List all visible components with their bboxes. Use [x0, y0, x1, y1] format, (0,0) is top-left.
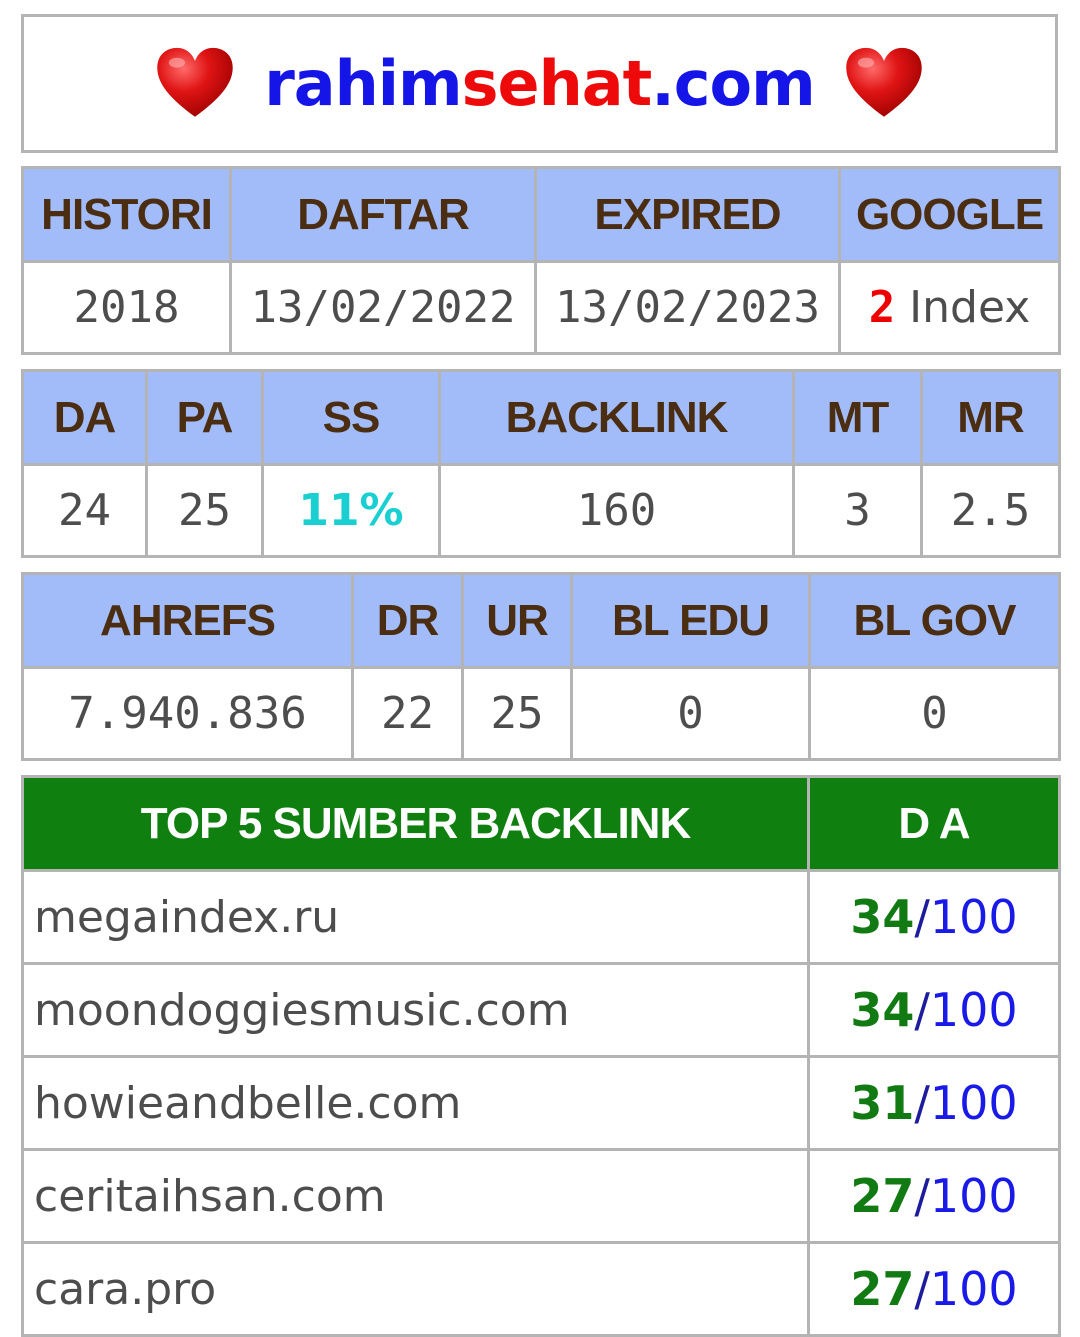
table-header-row: HISTORI DAFTAR EXPIRED GOOGLE [21, 166, 1061, 263]
table-row: megaindex.ru 34/100 [21, 869, 1061, 965]
da-slash: / [914, 890, 930, 944]
backlink-source: ceritaihsan.com [21, 1148, 810, 1244]
value-backlink: 160 [438, 463, 795, 558]
table-row: howieandbelle.com 31/100 [21, 1055, 1061, 1151]
header-pa: PA [145, 369, 264, 466]
da-slash: / [914, 1076, 930, 1130]
table-row: 24 25 11% 160 3 2.5 [21, 463, 1061, 558]
backlink-da: 34/100 [807, 962, 1061, 1058]
header-bl-gov: BL GOV [808, 572, 1061, 669]
backlink-source: megaindex.ru [21, 869, 810, 965]
da-max: 100 [929, 1169, 1018, 1223]
backlink-da: 27/100 [807, 1148, 1061, 1244]
table-row: cara.pro 27/100 [21, 1241, 1061, 1337]
value-histori: 2018 [21, 260, 232, 355]
value-mr: 2.5 [920, 463, 1061, 558]
value-ss: 11% [261, 463, 441, 558]
backlink-source: howieandbelle.com [21, 1055, 810, 1151]
header-ur: UR [461, 572, 573, 669]
header-dr: DR [351, 572, 464, 669]
value-bl-edu: 0 [570, 666, 811, 761]
header-histori: HISTORI [21, 166, 232, 263]
site-title[interactable]: rahimsehat.com [264, 52, 816, 115]
da-slash: / [914, 983, 930, 1037]
header-da-score: D A [807, 775, 1061, 872]
header-bl-edu: BL EDU [570, 572, 811, 669]
moz-metrics-table: DA PA SS BACKLINK MT MR 24 25 11% 160 3 … [21, 369, 1061, 558]
value-pa: 25 [145, 463, 264, 558]
value-ahrefs: 7.940.836 [21, 666, 354, 761]
value-ur: 25 [461, 666, 573, 761]
google-index-count: 2 [868, 282, 896, 333]
ahrefs-metrics-table: AHREFS DR UR BL EDU BL GOV 7.940.836 22 … [21, 572, 1061, 761]
da-max: 100 [929, 983, 1018, 1037]
da-value: 27 [850, 1262, 915, 1316]
da-max: 100 [929, 890, 1018, 944]
header-daftar: DAFTAR [229, 166, 537, 263]
backlink-da: 27/100 [807, 1241, 1061, 1337]
site-title-part3: .com [651, 46, 816, 120]
header-expired: EXPIRED [534, 166, 841, 263]
da-max: 100 [929, 1076, 1018, 1130]
value-bl-gov: 0 [808, 666, 1061, 761]
site-title-part2: sehat [461, 46, 653, 120]
title-banner: rahimsehat.com [21, 14, 1058, 153]
site-title-part1: rahim [264, 46, 462, 120]
value-expired: 13/02/2023 [534, 260, 841, 355]
backlink-da: 31/100 [807, 1055, 1061, 1151]
da-value: 34 [850, 890, 915, 944]
red-heart-icon [157, 47, 233, 117]
value-dr: 22 [351, 666, 464, 761]
header-ahrefs: AHREFS [21, 572, 354, 669]
header-top5-sources: TOP 5 SUMBER BACKLINK [21, 775, 810, 872]
value-google: 2 Index [838, 260, 1061, 355]
domain-info-table: HISTORI DAFTAR EXPIRED GOOGLE 2018 13/02… [21, 166, 1061, 355]
da-slash: / [914, 1262, 930, 1316]
da-value: 31 [850, 1076, 915, 1130]
table-header-row: TOP 5 SUMBER BACKLINK D A [21, 775, 1061, 872]
table-header-row: AHREFS DR UR BL EDU BL GOV [21, 572, 1061, 669]
table-row: moondoggiesmusic.com 34/100 [21, 962, 1061, 1058]
red-heart-icon [846, 47, 922, 117]
table-row: 7.940.836 22 25 0 0 [21, 666, 1061, 761]
value-daftar: 13/02/2022 [229, 260, 537, 355]
da-value: 34 [850, 983, 915, 1037]
da-slash: / [914, 1169, 930, 1223]
header-ss: SS [261, 369, 441, 466]
da-value: 27 [850, 1169, 915, 1223]
page-container: rahimsehat.com HISTORI DAFTAR EXPIRED GO… [21, 14, 1061, 1337]
header-backlink: BACKLINK [438, 369, 795, 466]
value-mt: 3 [792, 463, 923, 558]
header-google: GOOGLE [838, 166, 1061, 263]
backlink-source: moondoggiesmusic.com [21, 962, 810, 1058]
backlink-da: 34/100 [807, 869, 1061, 965]
top-backlink-sources-table: TOP 5 SUMBER BACKLINK D A megaindex.ru 3… [21, 775, 1061, 1337]
header-mt: MT [792, 369, 923, 466]
table-header-row: DA PA SS BACKLINK MT MR [21, 369, 1061, 466]
value-da: 24 [21, 463, 148, 558]
backlink-source: cara.pro [21, 1241, 810, 1337]
header-mr: MR [920, 369, 1061, 466]
table-row: 2018 13/02/2022 13/02/2023 2 Index [21, 260, 1061, 355]
da-max: 100 [929, 1262, 1018, 1316]
header-da: DA [21, 369, 148, 466]
google-index-label: Index [895, 282, 1031, 333]
table-row: ceritaihsan.com 27/100 [21, 1148, 1061, 1244]
